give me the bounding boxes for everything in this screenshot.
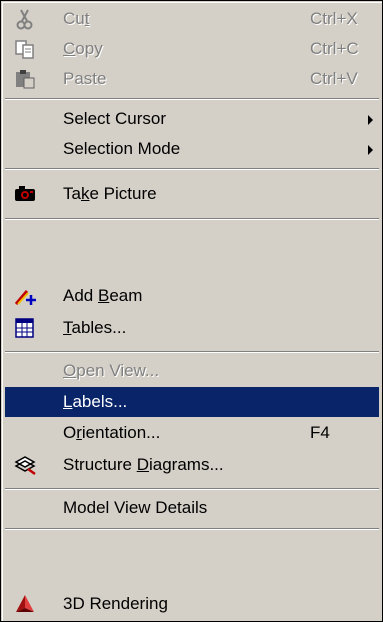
camera-icon (13, 183, 37, 205)
menu-item-paste[interactable]: Paste Ctrl+V (5, 64, 379, 94)
menu-item-label: Cut (63, 9, 90, 28)
menu-item-tables[interactable]: Tables... (5, 313, 379, 343)
menu-item-select-cursor[interactable]: Select Cursor (5, 104, 379, 134)
menu-separator (5, 168, 379, 170)
menu-separator (5, 488, 379, 490)
menu-item-3d-rendering[interactable]: 3D Rendering (5, 589, 379, 619)
menu-item-label: Select Cursor (63, 109, 166, 128)
menu-separator (5, 528, 379, 530)
menu-item-label: Selection Mode (63, 139, 181, 158)
add-beam-icon (13, 285, 37, 307)
shortcut-label: Ctrl+X (310, 9, 358, 28)
paste-icon (13, 68, 37, 90)
menu-separator (5, 351, 379, 353)
menu-item-selection-mode[interactable]: Selection Mode (5, 134, 379, 164)
menu-item-add-beam[interactable]: Add Beam (5, 281, 379, 311)
context-menu: Cut Ctrl+X Copy Ctrl+C Paste Ctrl+V Sele… (0, 0, 383, 622)
menu-item-cut[interactable]: Cut Ctrl+X (5, 4, 379, 34)
menu-item-label: Add Beam (63, 286, 143, 305)
menu-item-take-picture[interactable]: Take Picture (5, 179, 379, 209)
copy-icon (13, 38, 37, 60)
submenu-arrow-icon (368, 115, 373, 125)
submenu-arrow-icon (368, 145, 373, 155)
menu-separator (5, 98, 379, 100)
menu-item-label: Orientation... (63, 423, 161, 442)
rendering-3d-icon (13, 593, 37, 615)
table-icon (13, 317, 37, 339)
menu-item-structure-diagrams[interactable]: Structure Diagrams... (5, 450, 379, 480)
menu-item-labels[interactable]: Labels... (5, 387, 379, 417)
menu-item-label: Tables... (63, 318, 127, 337)
menu-item-label: Take Picture (63, 184, 157, 203)
menu-separator (5, 218, 379, 220)
menu-item-label: 3D Rendering (63, 594, 168, 613)
menu-item-orientation[interactable]: Orientation... F4 (5, 418, 379, 448)
menu-item-model-view-details[interactable]: Model View Details (5, 493, 379, 523)
shortcut-label: F4 (310, 423, 330, 442)
menu-item-copy[interactable]: Copy Ctrl+C (5, 34, 379, 64)
menu-item-label: Structure Diagrams... (63, 455, 224, 474)
menu-item-label: Labels... (63, 392, 128, 411)
menu-item-label: Copy (63, 39, 103, 58)
shortcut-label: Ctrl+C (310, 39, 359, 58)
scissors-icon (13, 8, 37, 30)
menu-item-label: Open View... (63, 361, 160, 380)
menu-item-label: Model View Details (63, 498, 208, 517)
shortcut-label: Ctrl+V (310, 69, 358, 88)
menu-item-label: Paste (63, 69, 107, 88)
menu-item-open-view[interactable]: Open View... (5, 356, 379, 386)
structure-diagram-icon (13, 454, 37, 476)
